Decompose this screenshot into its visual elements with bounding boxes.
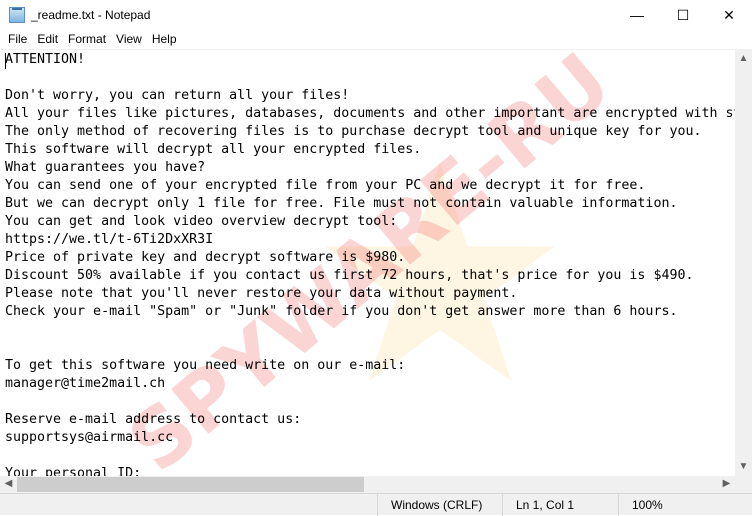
window-title: _readme.txt - Notepad [31, 8, 151, 22]
zoom-status: 100% [618, 494, 752, 516]
horizontal-scroll-thumb[interactable] [17, 477, 364, 492]
status-bar: Windows (CRLF) Ln 1, Col 1 100% [0, 493, 752, 516]
menu-format[interactable]: Format [63, 30, 111, 50]
title-bar: _readme.txt - Notepad — ☐ ✕ [0, 0, 752, 30]
scroll-left-icon[interactable]: ◀ [0, 478, 17, 489]
line-ending-status: Windows (CRLF) [377, 494, 502, 516]
document-text[interactable]: ATTENTION! Don't worry, you can return a… [0, 50, 735, 476]
scrollbar-corner [735, 476, 752, 493]
vertical-scrollbar[interactable]: ▲ ▼ [735, 49, 752, 476]
menu-file[interactable]: File [3, 30, 32, 50]
horizontal-scrollbar[interactable]: ◀ ▶ [0, 476, 735, 493]
text-editor[interactable]: ★ SPYWARE-RU ATTENTION! Don't worry, you… [0, 49, 735, 476]
maximize-button[interactable]: ☐ [660, 0, 706, 30]
close-button[interactable]: ✕ [706, 0, 752, 30]
minimize-button[interactable]: — [614, 0, 660, 30]
menu-view[interactable]: View [111, 30, 147, 50]
text-caret [5, 53, 6, 69]
scroll-right-icon[interactable]: ▶ [718, 478, 735, 489]
menu-bar: File Edit Format View Help [0, 30, 182, 50]
menu-help[interactable]: Help [147, 30, 182, 50]
scroll-down-icon[interactable]: ▼ [735, 461, 752, 472]
cursor-position-status: Ln 1, Col 1 [502, 494, 618, 516]
menu-edit[interactable]: Edit [32, 30, 63, 50]
notepad-icon [9, 7, 25, 23]
scroll-up-icon[interactable]: ▲ [735, 53, 752, 64]
